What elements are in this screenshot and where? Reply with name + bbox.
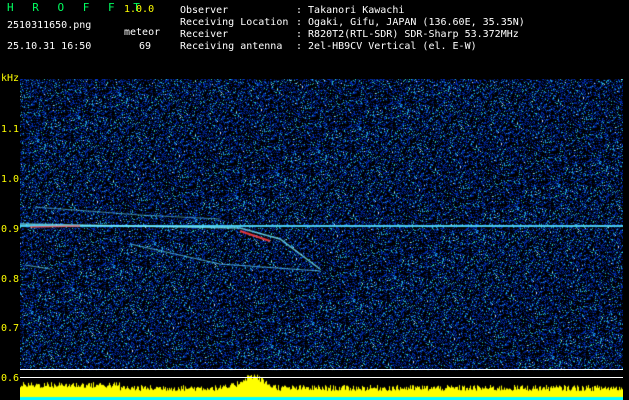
meteor-count: 69 — [139, 41, 152, 52]
observer-value: : Takanori Kawachi — [296, 5, 405, 16]
version-label: 1.0.0 — [124, 4, 155, 15]
location-label: Receiving Location — [180, 17, 289, 28]
receiver-value: : R820T2(RTL-SDR) SDR-Sharp 53.372MHz — [296, 29, 519, 40]
waterfall-spectrogram — [20, 79, 623, 400]
y-tick-label: 0.9 — [1, 224, 20, 235]
y-tick-label: 1.1 — [1, 124, 20, 135]
meteor-label: meteor — [124, 27, 161, 38]
location-value: : Ogaki, Gifu, JAPAN (136.60E, 35.35N) — [296, 17, 525, 28]
y-tick-label: 0.6 — [1, 373, 20, 384]
antenna-value: : 2el-HB9CV Vertical (el. E-W) — [296, 41, 477, 52]
unit-label: kHz — [1, 73, 20, 84]
antenna-label: Receiving antenna — [180, 41, 283, 52]
y-tick-label: 0.8 — [1, 274, 20, 285]
baseline-line-upper — [20, 369, 623, 370]
baseline-line-lower — [20, 377, 623, 378]
y-tick-label: 1.0 — [1, 174, 20, 185]
observer-label: Observer — [180, 5, 229, 16]
y-tick-label: 0.7 — [1, 323, 20, 334]
datetime-label: 25.10.31 16:50 — [7, 41, 92, 52]
receiver-label: Receiver — [180, 29, 229, 40]
filename-label: 2510311650.png — [7, 20, 92, 31]
